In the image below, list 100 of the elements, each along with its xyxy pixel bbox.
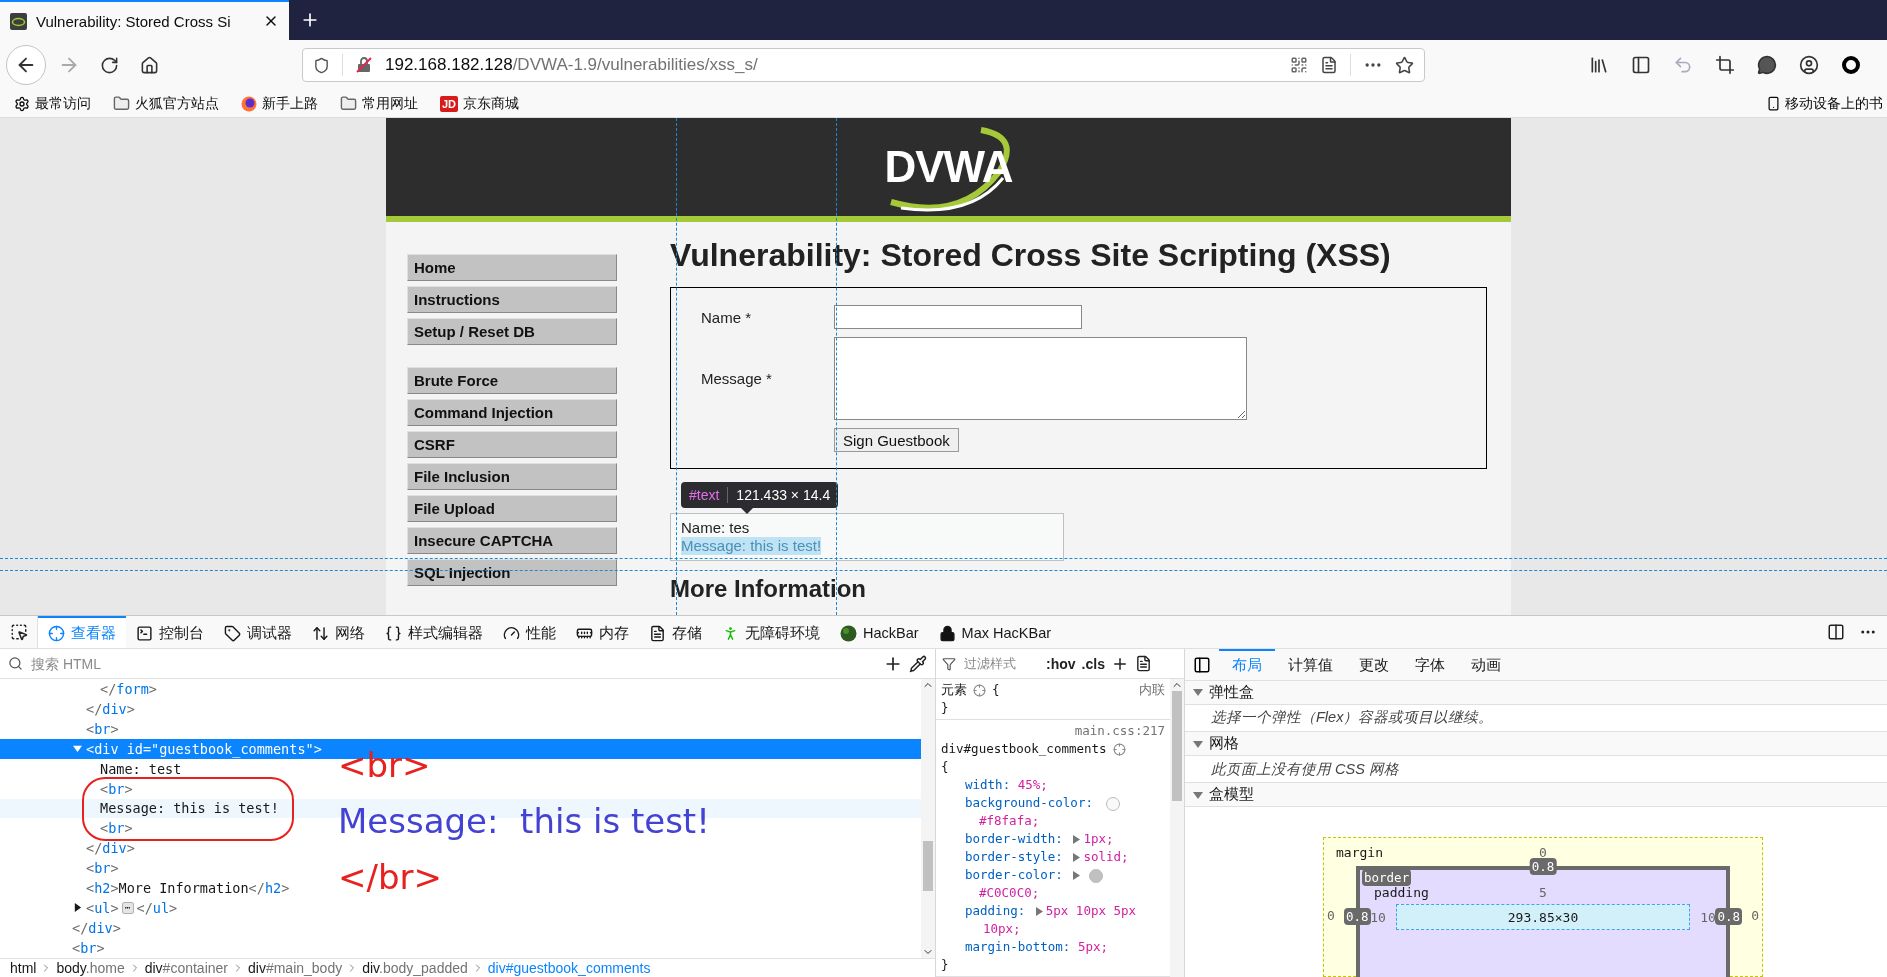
reader-icon[interactable]: [1320, 56, 1338, 74]
markup-line[interactable]: </form>: [100, 680, 157, 697]
back-button[interactable]: [6, 45, 46, 85]
account-icon[interactable]: [1799, 55, 1819, 75]
markup-line[interactable]: <br>: [100, 820, 133, 837]
breadcrumb[interactable]: div#main_body: [248, 960, 343, 976]
markup-line[interactable]: </ul>: [136, 900, 178, 917]
color-swatch[interactable]: [1089, 868, 1104, 883]
markup-line[interactable]: </div>: [86, 700, 135, 717]
expand-arrow-icon[interactable]: [1035, 907, 1043, 916]
toggle-button[interactable]: :hov: [1046, 655, 1076, 672]
devtools-tab[interactable]: 调试器: [214, 616, 302, 648]
devtools-tab[interactable]: 控制台: [126, 616, 214, 648]
bookmark-label: 常用网址: [362, 94, 418, 113]
breadcrumb[interactable]: div#container: [144, 960, 228, 976]
filter-field[interactable]: 过滤样式: [962, 655, 1040, 672]
color-swatch[interactable]: [1106, 796, 1121, 811]
mobile-bookmarks[interactable]: 移动设备上的书: [1766, 94, 1887, 113]
scroll-thumb[interactable]: [923, 841, 933, 891]
declaration: border-color: #C0C0C0;: [965, 866, 1165, 902]
markup-line[interactable]: <ul>: [86, 900, 119, 917]
message-field[interactable]: [834, 337, 1247, 420]
menu-button[interactable]: CSRF: [407, 431, 617, 458]
markup-line[interactable]: </div>: [86, 840, 135, 857]
section-header[interactable]: 弹性盒: [1185, 681, 1887, 705]
bookmark-item[interactable]: 新手上路: [241, 94, 318, 113]
home-icon: [139, 55, 159, 75]
devtools-tab[interactable]: HackBar: [830, 616, 929, 648]
ring-icon[interactable]: [1841, 55, 1861, 75]
tag-icon: [224, 624, 241, 642]
bookmark-item[interactable]: 常用网址: [340, 94, 418, 113]
twisty-icon[interactable]: [73, 903, 82, 913]
library-icon[interactable]: [1589, 55, 1609, 75]
breadcrumb[interactable]: div#guestbook_comments: [487, 960, 651, 976]
menu-button[interactable]: Setup / Reset DB: [407, 318, 617, 345]
menu-button[interactable]: File Inclusion: [407, 463, 617, 490]
devtools-tab[interactable]: Max HacKBar: [928, 616, 1062, 648]
menu-button[interactable]: Instructions: [407, 286, 617, 313]
scroll-thumb[interactable]: [1172, 691, 1182, 801]
crosshair-icon[interactable]: [1112, 742, 1126, 756]
breadcrumb[interactable]: div.body_padded: [362, 960, 468, 976]
markup-line[interactable]: </div>: [72, 920, 121, 936]
devtools-tab[interactable]: 存储: [639, 616, 712, 648]
menu-button[interactable]: Home: [407, 254, 617, 281]
box-value: 0.8: [1715, 908, 1742, 925]
brace: {: [992, 681, 1000, 699]
scrollbar[interactable]: [921, 679, 935, 958]
star-icon[interactable]: [1395, 55, 1414, 75]
devtools-tab[interactable]: 样式编辑器: [375, 616, 493, 648]
toggle-button[interactable]: .cls: [1081, 655, 1105, 672]
sidebar-tab[interactable]: 更改: [1346, 649, 1402, 680]
chat-icon[interactable]: [1757, 55, 1777, 75]
favicon-icon: [10, 12, 27, 30]
devtools-tab[interactable]: 内存: [566, 616, 639, 648]
bookmark-label: 火狐官方站点: [135, 94, 219, 113]
browser-tab[interactable]: Vulnerability: Stored Cross Si: [0, 0, 289, 40]
menu-button[interactable]: File Upload: [407, 495, 617, 522]
breadcrumb[interactable]: html: [10, 960, 37, 976]
box-label: border: [1362, 869, 1412, 886]
name-field[interactable]: [834, 305, 1082, 329]
box-value: 0: [1539, 844, 1547, 860]
markup-line[interactable]: <br>: [86, 860, 119, 877]
bookmark-item[interactable]: 火狐官方站点: [113, 94, 219, 113]
sidebar-tab[interactable]: 动画: [1458, 649, 1514, 680]
markup-line[interactable]: <h2>More Information</h2>: [86, 880, 290, 897]
bookmark-item[interactable]: JD 京东商城: [440, 94, 520, 113]
filter-icon: [942, 656, 956, 671]
qr-icon[interactable]: [1290, 56, 1308, 74]
section-header[interactable]: 盒模型: [1185, 783, 1887, 807]
sign-guestbook-button[interactable]: Sign Guestbook: [834, 428, 959, 452]
devtools-tab[interactable]: 无障碍环境: [712, 616, 830, 648]
markup-line[interactable]: <br>: [72, 939, 105, 956]
bookmark-item[interactable]: 最常访问: [14, 94, 91, 113]
markup-line[interactable]: <br>: [100, 780, 133, 797]
sidebar-icon[interactable]: [1631, 55, 1651, 75]
markup-line[interactable]: <br>: [86, 720, 119, 737]
crop-icon[interactable]: [1715, 55, 1735, 75]
address-field[interactable]: 192.168.182.128/DVWA-1.9/vulnerabilities/xss_s/: [302, 48, 1425, 82]
scrollbar[interactable]: [1170, 679, 1184, 977]
sidebar-tab[interactable]: 计算值: [1275, 649, 1346, 680]
menu-button[interactable]: Command Injection: [407, 399, 617, 426]
devtools-tab[interactable]: 性能: [493, 616, 566, 648]
dock-icon[interactable]: [1827, 623, 1845, 641]
crosshair-icon[interactable]: [973, 683, 986, 697]
eyedropper-icon[interactable]: [909, 654, 927, 673]
panel-icon[interactable]: [1193, 655, 1211, 674]
document-icon[interactable]: [1134, 655, 1152, 672]
sidebar-tab[interactable]: 字体: [1402, 649, 1458, 680]
markup-line[interactable]: Name: test: [100, 760, 182, 777]
bookmark-label: 移动设备上的书: [1785, 94, 1883, 113]
ellipsis-badge[interactable]: ⋯: [121, 902, 134, 915]
menu-button[interactable]: Brute Force: [407, 367, 617, 394]
devtools-tab[interactable]: 网络: [302, 616, 375, 648]
devtools-tab[interactable]: 查看器: [38, 616, 126, 648]
menu-button[interactable]: Insecure CAPTCHA: [407, 527, 617, 554]
breadcrumb[interactable]: body.home: [56, 960, 125, 976]
rule-source[interactable]: main.css:217: [941, 722, 1165, 740]
menu-button[interactable]: SQL Injection: [407, 559, 617, 586]
search-field[interactable]: 搜索 HTML: [29, 654, 877, 673]
section-header[interactable]: 网格: [1185, 732, 1887, 756]
